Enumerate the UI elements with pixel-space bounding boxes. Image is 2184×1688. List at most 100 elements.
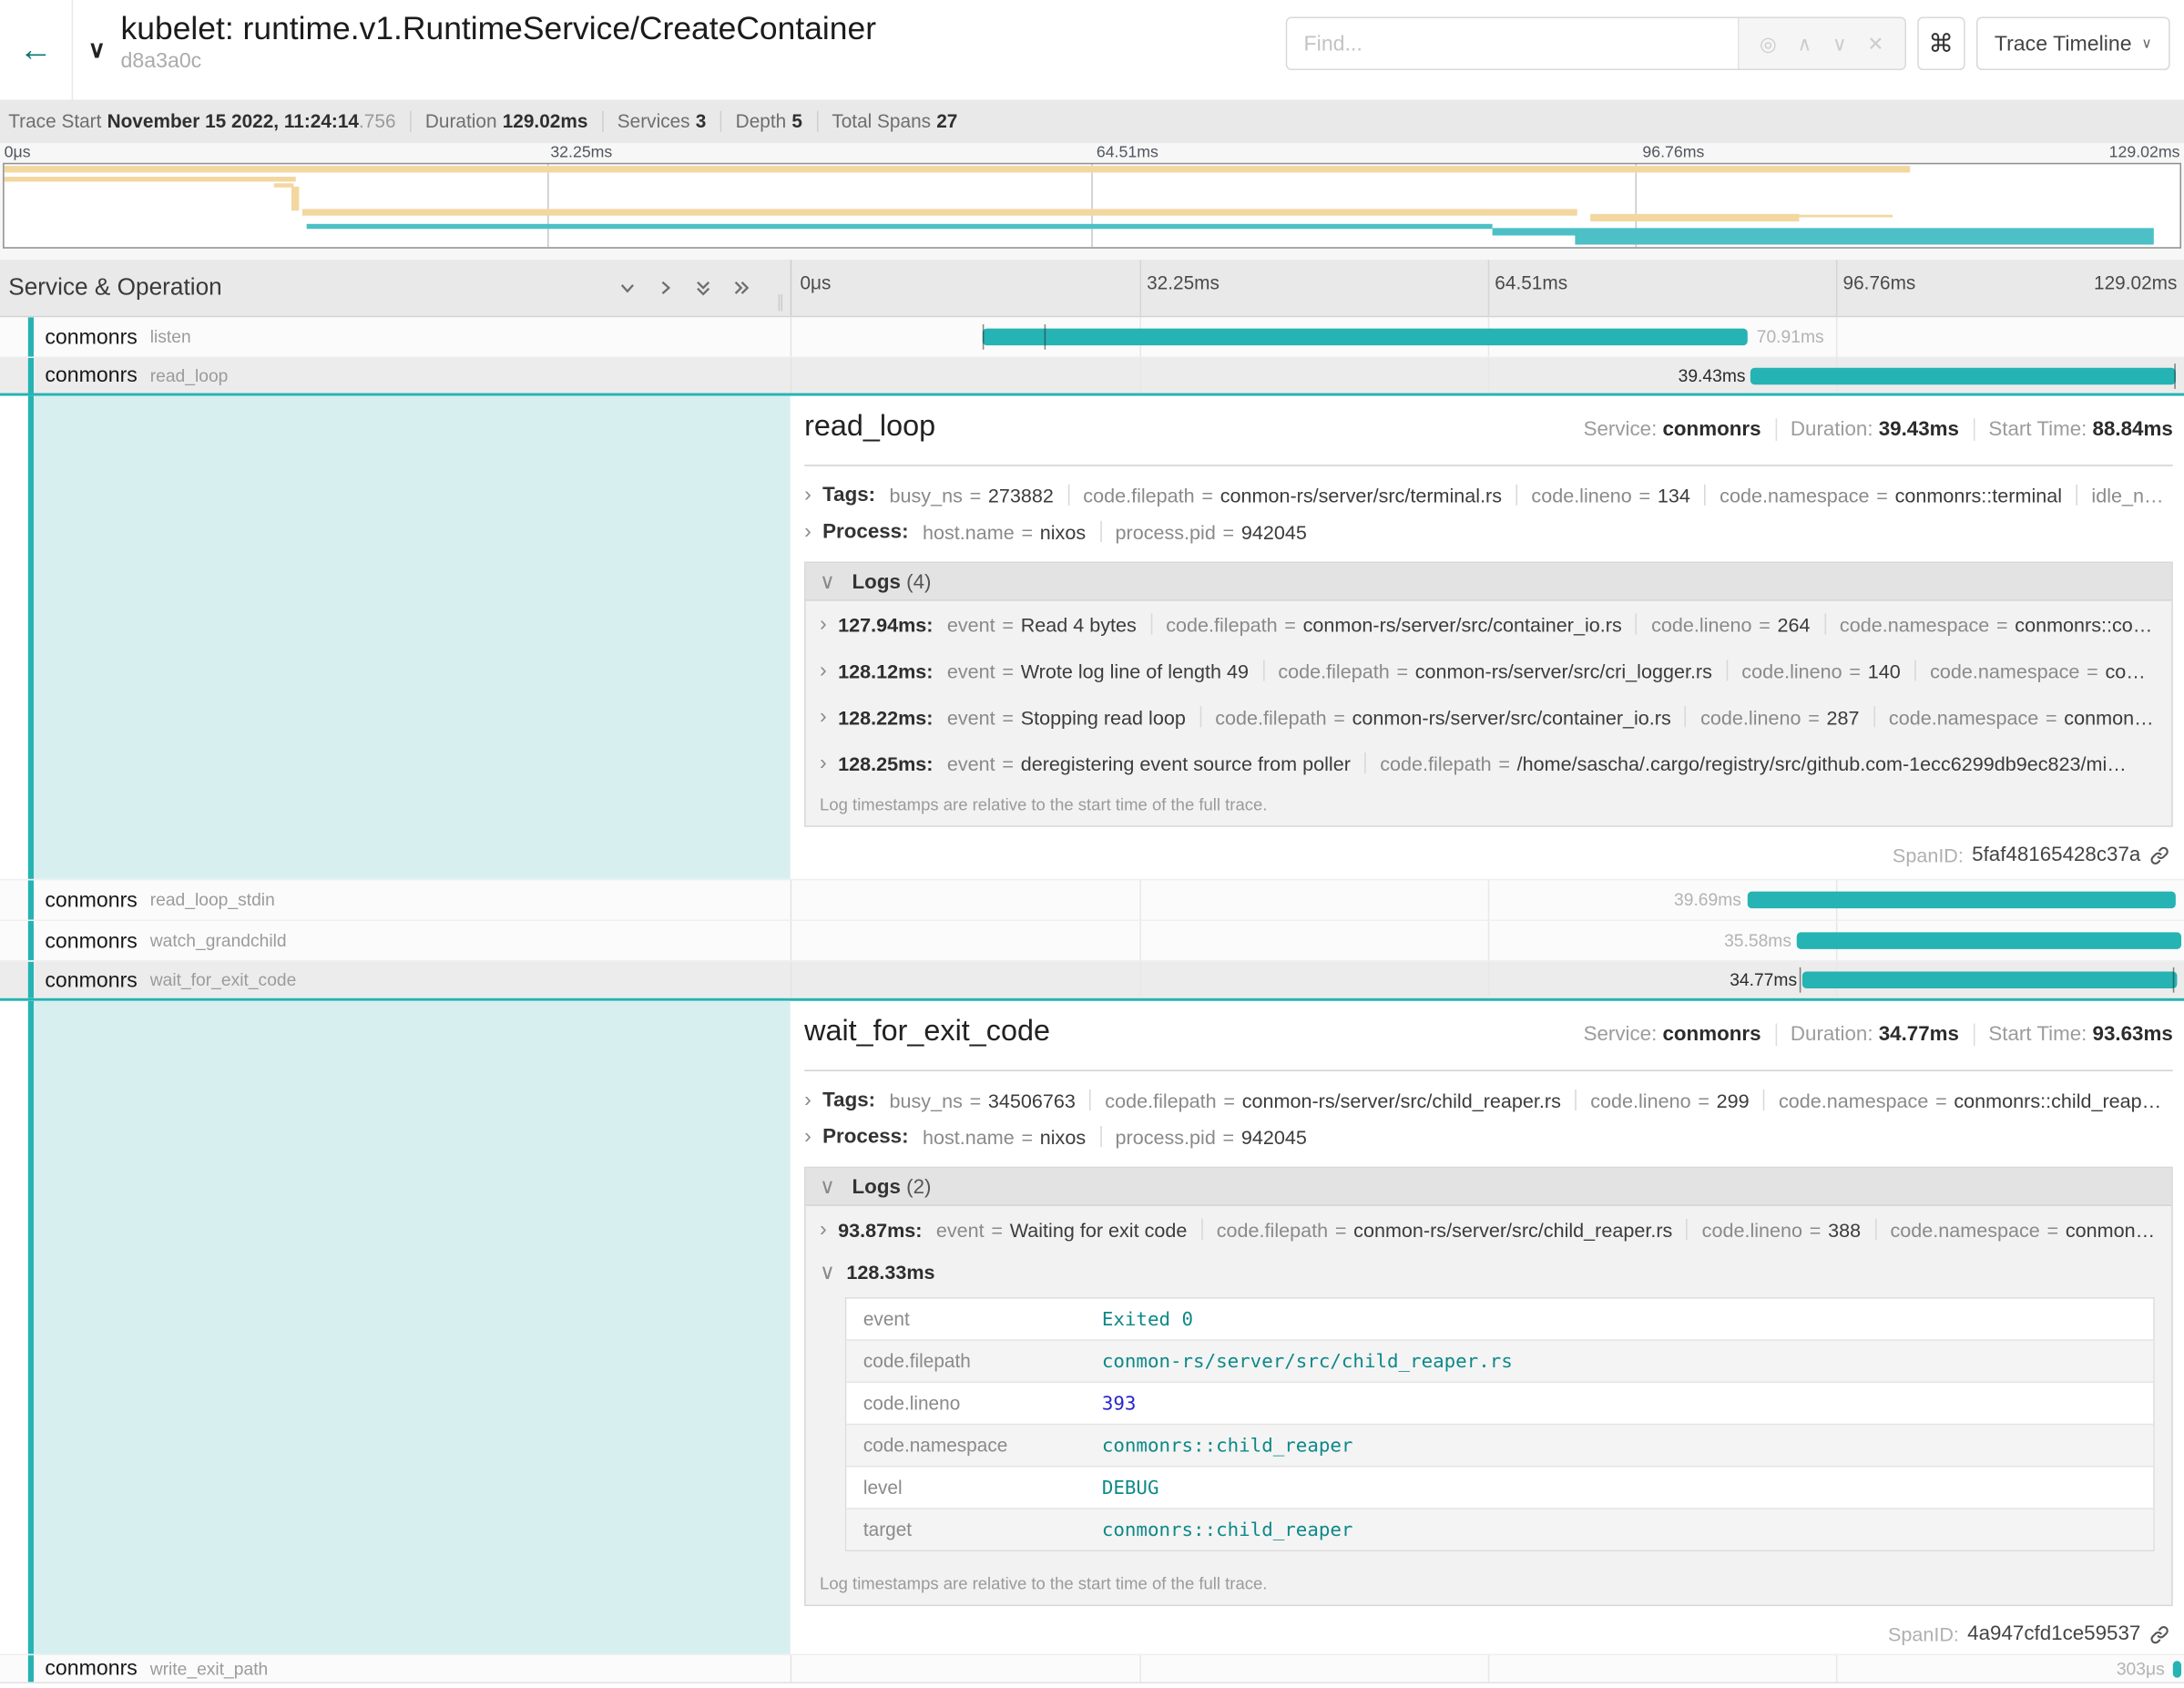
span-bar[interactable] xyxy=(1747,892,2176,908)
gridline xyxy=(1139,358,1141,394)
find-prev-icon[interactable]: ∧ xyxy=(1797,32,1811,56)
minimap-tick: 129.02ms xyxy=(2109,145,2180,161)
span-log-tick xyxy=(2173,967,2175,993)
link-icon[interactable] xyxy=(2149,1623,2170,1644)
gridline xyxy=(1836,260,1838,316)
span-id-label: SpanID: xyxy=(1893,844,1964,866)
find-next-icon[interactable]: ∨ xyxy=(1832,32,1847,56)
log-row-expanded-header[interactable]: ∨ 128.33ms xyxy=(806,1253,2172,1292)
logs-footer-note: Log timestamps are relative to the start… xyxy=(806,786,2172,825)
kv-value: conmon… xyxy=(2066,1218,2155,1241)
divider xyxy=(1262,660,1264,680)
field-row: code.namespaceconmonrs::child_reaper xyxy=(846,1424,2153,1466)
span-bar[interactable] xyxy=(1797,932,2181,948)
chevron-down-icon: ∨ xyxy=(2141,36,2151,51)
logs-label: Logs xyxy=(852,1177,901,1200)
divider xyxy=(1636,613,1638,634)
chevron-right-icon: › xyxy=(820,659,827,682)
kv-equals: = xyxy=(970,1089,982,1111)
expand-all-icon[interactable] xyxy=(731,278,751,298)
chevron-right-icon: › xyxy=(820,705,827,729)
span-log-tick xyxy=(1044,324,1046,350)
operation-name: read_loop_stdin xyxy=(150,890,275,910)
span-bar[interactable] xyxy=(1751,367,2176,384)
gridline xyxy=(1139,962,1141,998)
logs-header[interactable]: ∨ Logs (4) xyxy=(806,563,2172,601)
field-value: Exited 0 xyxy=(1102,1308,1193,1331)
divider xyxy=(410,111,412,132)
collapse-all-icon[interactable] xyxy=(693,278,713,298)
view-selector-button[interactable]: Trace Timeline ∨ xyxy=(1976,16,2170,70)
tags-row[interactable]: › Tags: busy_ns=34506763code.filepath=co… xyxy=(804,1088,2173,1111)
span-track: 70.91ms xyxy=(791,317,2184,356)
process-row[interactable]: › Process: host.name=nixosprocess.pid=94… xyxy=(804,1125,2173,1149)
kv-value: nixos xyxy=(1040,1125,1086,1148)
operation-name: listen xyxy=(150,327,191,347)
span-id-value: 4a947cfd1ce59537 xyxy=(1967,1623,2140,1646)
find-clear-icon[interactable]: ✕ xyxy=(1867,32,1883,56)
kv-key: code.filepath xyxy=(1105,1089,1216,1111)
kv-key: code.filepath xyxy=(1278,660,1389,682)
log-row[interactable]: › 128.12ms: event=Wrote log line of leng… xyxy=(806,647,2172,693)
kv-key: code.filepath xyxy=(1217,1218,1328,1241)
detail-body: wait_for_exit_code Service:conmonrs Dura… xyxy=(791,1001,2184,1654)
log-row[interactable]: › 93.87ms: event=Waiting for exit codeco… xyxy=(806,1206,2172,1253)
log-row[interactable]: › 128.22ms: event=Stopping read loopcode… xyxy=(806,693,2172,740)
logs-count: (4) xyxy=(906,571,931,594)
tags-row[interactable]: › Tags: busy_ns=273882code.filepath=conm… xyxy=(804,483,2173,506)
span-row-read-loop-stdin[interactable]: conmonrs read_loop_stdin 39.69ms xyxy=(0,879,2184,920)
span-bar[interactable] xyxy=(2173,1660,2180,1676)
tags-kv-list: busy_ns=273882code.filepath=conmon-rs/se… xyxy=(890,484,2164,506)
minimap-tick: 32.25ms xyxy=(550,145,612,161)
process-label: Process: xyxy=(822,520,908,543)
span-bar[interactable] xyxy=(983,329,1749,345)
divider xyxy=(1824,613,1826,634)
gridline xyxy=(1139,880,1141,919)
collapse-trace-button[interactable]: ∨ xyxy=(73,0,120,99)
divider xyxy=(1914,660,1916,680)
service-name: conmonrs xyxy=(45,929,138,953)
span-duration-label: 303μs xyxy=(2117,1659,2165,1679)
trace-minimap[interactable] xyxy=(3,163,2181,249)
back-button[interactable]: ← xyxy=(0,0,73,99)
span-row-read-loop[interactable]: conmonrs read_loop 39.43ms xyxy=(0,356,2184,395)
kv-equals: = xyxy=(1996,613,2008,636)
log-row[interactable]: › 128.25ms: event=deregistering event so… xyxy=(806,740,2172,786)
chevron-down-icon: ∨ xyxy=(820,1259,835,1284)
span-row-listen[interactable]: conmonrs listen 70.91ms xyxy=(0,317,2184,356)
log-row[interactable]: › 127.94ms: event=Read 4 bytescode.filep… xyxy=(806,601,2172,648)
log-timestamp: 128.33ms xyxy=(846,1261,934,1284)
detail-indent-column xyxy=(0,1001,791,1654)
span-color-bar xyxy=(28,1655,33,1682)
start-time-value: 93.63ms xyxy=(2093,1024,2173,1047)
span-row-wait-for-exit-code[interactable]: conmonrs wait_for_exit_code 34.77ms xyxy=(0,960,2184,1001)
process-kv-list: host.name=nixosprocess.pid=942045 xyxy=(923,520,1307,543)
collapse-one-icon[interactable] xyxy=(617,278,638,298)
span-row-watch-grandchild[interactable]: conmonrs watch_grandchild 35.58ms xyxy=(0,919,2184,960)
span-bar[interactable] xyxy=(1802,972,2177,988)
kv-value: Wrote log line of length 49 xyxy=(1021,660,1249,682)
keyboard-shortcuts-button[interactable]: ⌘ xyxy=(1917,16,1965,70)
span-row-write-exit-path[interactable]: conmonrs write_exit_path 303μs xyxy=(0,1654,2184,1683)
timeline-header: Service & Operation ∥ 0μs 32.25ms 64.51m… xyxy=(0,260,2184,317)
kv-equals: = xyxy=(2087,660,2098,682)
service-value: conmonrs xyxy=(1662,1024,1760,1047)
service-name: conmonrs xyxy=(45,968,138,992)
kv-equals: = xyxy=(1021,520,1033,543)
logs-header[interactable]: ∨ Logs (2) xyxy=(806,1168,2172,1206)
column-resizer[interactable]: ∥ xyxy=(776,292,784,312)
duration-value: 39.43ms xyxy=(1879,418,1959,441)
process-row[interactable]: › Process: host.name=nixosprocess.pid=94… xyxy=(804,519,2173,543)
divider xyxy=(1089,1089,1091,1110)
kv-equals: = xyxy=(991,1218,1003,1241)
kv-value: conmon… xyxy=(2064,705,2153,728)
locate-icon[interactable]: ◎ xyxy=(1760,32,1777,56)
minimap-spans xyxy=(5,164,2180,247)
depth-label: Depth xyxy=(736,111,787,132)
field-row: code.lineno393 xyxy=(846,1382,2153,1424)
trace-page: ← ∨ kubelet: runtime.v1.RuntimeService/C… xyxy=(0,0,2184,1686)
find-input[interactable] xyxy=(1287,18,1738,68)
link-icon[interactable] xyxy=(2149,844,2170,865)
expand-one-icon[interactable] xyxy=(656,278,676,298)
detail-title: wait_for_exit_code xyxy=(804,1015,1050,1049)
